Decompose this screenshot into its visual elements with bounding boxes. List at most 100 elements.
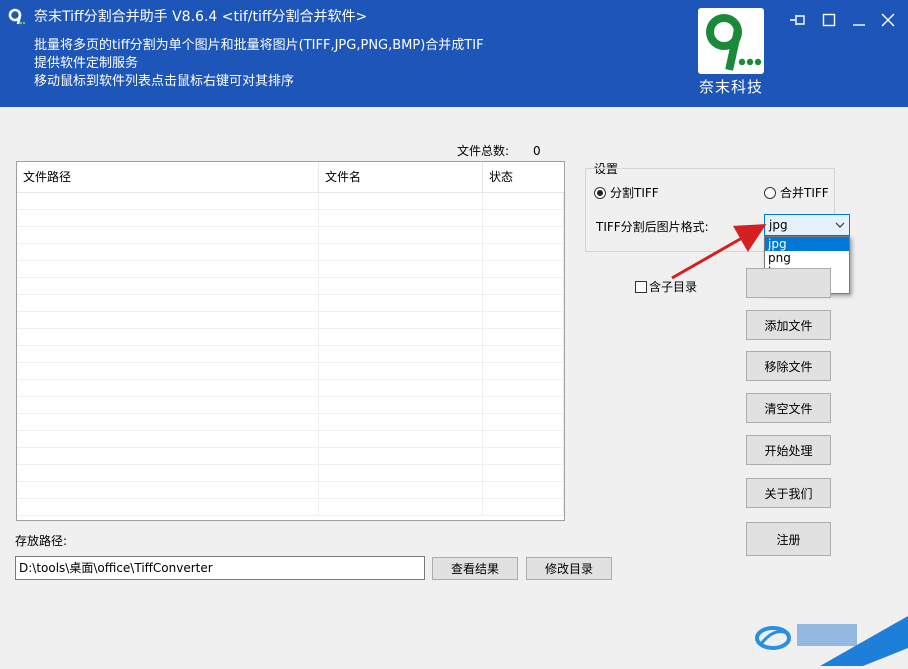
table-row[interactable] (17, 295, 564, 312)
table-row[interactable] (17, 244, 564, 261)
file-list-table[interactable]: 文件路径 文件名 状态 (16, 161, 565, 521)
table-cell (483, 499, 564, 516)
table-row[interactable] (17, 210, 564, 227)
table-cell (483, 482, 564, 499)
logo-text: 奈末科技 (698, 78, 763, 96)
table-row[interactable] (17, 414, 564, 431)
table-cell (17, 380, 319, 397)
table-row[interactable] (17, 431, 564, 448)
table-row[interactable] (17, 227, 564, 244)
table-cell (17, 278, 319, 295)
table-cell (483, 193, 564, 210)
table-cell (319, 363, 483, 380)
table-row[interactable] (17, 397, 564, 414)
change-directory-button[interactable]: 修改目录 (526, 557, 612, 580)
table-cell (319, 346, 483, 363)
table-row[interactable] (17, 261, 564, 278)
column-header-name[interactable]: 文件名 (319, 162, 483, 192)
table-cell (319, 499, 483, 516)
company-logo (698, 8, 764, 74)
table-cell (319, 261, 483, 278)
clear-files-button[interactable]: 清空文件 (746, 393, 831, 423)
table-row[interactable] (17, 278, 564, 295)
table-row[interactable] (17, 448, 564, 465)
output-path-label: 存放路径: (15, 534, 68, 548)
description-line-3: 移动鼠标到软件列表点击鼠标右键可对其排序 (34, 74, 295, 89)
view-results-button[interactable]: 查看结果 (432, 557, 518, 580)
radio-split-tiff[interactable]: 分割TIFF (594, 185, 659, 201)
output-path-input[interactable]: D:\tools\桌面\office\TiffConverter (15, 556, 425, 580)
include-subdir-box[interactable] (635, 281, 647, 293)
radio-split-indicator[interactable] (594, 187, 606, 199)
table-cell (17, 312, 319, 329)
close-button[interactable] (878, 11, 898, 31)
table-cell (17, 499, 319, 516)
format-option-jpg[interactable]: jpg (765, 237, 849, 251)
table-cell (319, 244, 483, 261)
add-folder-button[interactable] (746, 268, 831, 298)
table-row[interactable] (17, 499, 564, 516)
table-cell (17, 465, 319, 482)
table-cell (319, 210, 483, 227)
table-cell (483, 414, 564, 431)
table-cell (17, 227, 319, 244)
table-cell (483, 329, 564, 346)
minimize-button[interactable] (849, 11, 869, 31)
table-cell (17, 482, 319, 499)
table-cell (17, 295, 319, 312)
table-row[interactable] (17, 465, 564, 482)
table-cell (319, 193, 483, 210)
add-files-button[interactable]: 添加文件 (746, 310, 831, 340)
radio-merge-indicator[interactable] (764, 187, 776, 199)
table-cell (319, 278, 483, 295)
minimize-icon (852, 13, 866, 30)
table-row[interactable] (17, 312, 564, 329)
table-cell (483, 448, 564, 465)
radio-merge-tiff[interactable]: 合并TIFF (764, 185, 829, 201)
maximize-icon (822, 13, 836, 30)
table-cell (483, 431, 564, 448)
table-cell (483, 244, 564, 261)
pin-button[interactable] (788, 11, 808, 31)
format-option-png[interactable]: png (765, 251, 849, 265)
file-count-label: 文件总数: (457, 144, 510, 158)
table-cell (319, 431, 483, 448)
table-cell (319, 227, 483, 244)
about-us-button[interactable]: 关于我们 (746, 478, 831, 508)
table-row[interactable] (17, 346, 564, 363)
table-cell (17, 363, 319, 380)
column-header-path[interactable]: 文件路径 (17, 162, 319, 192)
pin-icon (789, 13, 807, 30)
table-cell (483, 397, 564, 414)
radio-merge-label: 合并TIFF (780, 186, 829, 200)
description-line-2: 提供软件定制服务 (34, 56, 139, 71)
chevron-down-icon (835, 219, 845, 233)
table-cell (483, 295, 564, 312)
table-cell (17, 397, 319, 414)
table-row[interactable] (17, 193, 564, 210)
maximize-button[interactable] (819, 11, 839, 31)
table-cell (17, 448, 319, 465)
table-row[interactable] (17, 380, 564, 397)
table-cell (483, 261, 564, 278)
format-select[interactable]: jpg (764, 214, 850, 236)
table-cell (319, 329, 483, 346)
table-cell (17, 193, 319, 210)
register-button[interactable]: 注册 (746, 522, 831, 556)
app-icon (8, 8, 26, 26)
column-header-status[interactable]: 状态 (483, 162, 564, 192)
start-processing-button[interactable]: 开始处理 (746, 435, 831, 465)
table-row[interactable] (17, 329, 564, 346)
table-cell (319, 380, 483, 397)
radio-split-label: 分割TIFF (610, 186, 659, 200)
window-title: 奈末Tiff分割合并助手 V8.6.4 <tif/tiff分割合并软件> (34, 9, 368, 25)
table-cell (17, 244, 319, 261)
table-row[interactable] (17, 482, 564, 499)
table-body (17, 193, 564, 516)
table-cell (319, 465, 483, 482)
table-cell (483, 210, 564, 227)
table-cell (483, 278, 564, 295)
table-cell (319, 448, 483, 465)
remove-files-button[interactable]: 移除文件 (746, 351, 831, 381)
table-row[interactable] (17, 363, 564, 380)
